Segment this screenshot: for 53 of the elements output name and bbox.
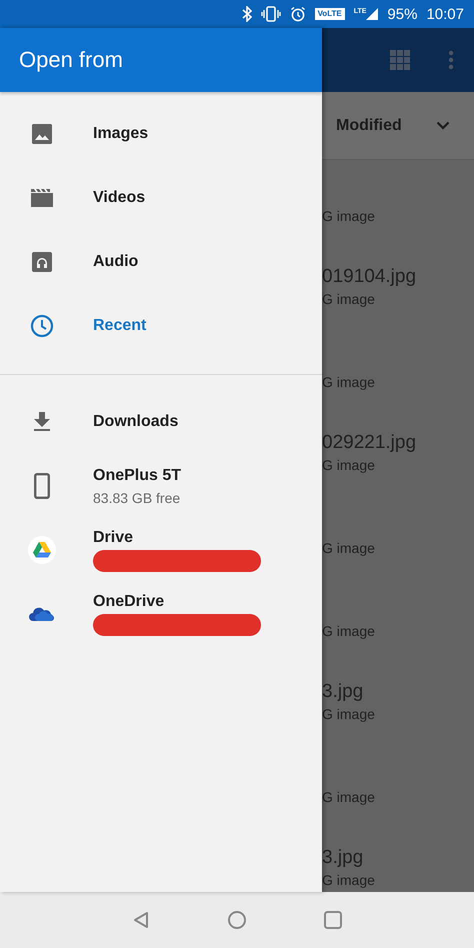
drawer-item[interactable]: Drive: [0, 518, 322, 582]
item-label: Audio: [93, 253, 138, 271]
more-icon: [448, 50, 454, 70]
bluetooth-icon: [242, 6, 252, 22]
drawer-item[interactable]: OnePlus 5T 83.83 GB free: [0, 454, 322, 518]
back-icon[interactable]: [131, 910, 151, 930]
file-type: G image: [322, 705, 376, 724]
clock: 10:07: [426, 6, 464, 22]
item-label: Recent: [93, 317, 146, 335]
file-type: G image: [322, 290, 376, 309]
alarm-icon: [290, 6, 306, 22]
download-icon: [32, 412, 50, 432]
file-type: G image: [322, 788, 376, 807]
file-name: 029221.jpg: [322, 432, 418, 454]
drawer-item[interactable]: Videos: [0, 166, 322, 230]
drawer-item[interactable]: Audio: [0, 230, 322, 294]
vibrate-icon: [260, 6, 281, 22]
file-type: G image: [322, 871, 376, 890]
clapperboard-icon: [30, 188, 54, 208]
file-name: 3.jpg: [322, 681, 364, 703]
drive-logo-icon: [28, 536, 56, 564]
chevron-down-icon: [436, 121, 450, 130]
file-name: 019104.jpg: [322, 266, 418, 288]
file-type: G image: [322, 539, 376, 558]
headphones-icon: [30, 251, 52, 273]
drawer-item[interactable]: Recent: [0, 294, 322, 358]
battery-level: 95%: [387, 6, 418, 22]
item-label: Downloads: [93, 413, 178, 431]
file-type: G image: [322, 622, 376, 641]
drawer-title: Open from: [19, 47, 123, 73]
item-label: Images: [93, 125, 148, 143]
clock-icon: [30, 314, 54, 338]
image-icon: [30, 123, 52, 145]
home-icon[interactable]: [227, 910, 247, 930]
grid-icon: [390, 50, 410, 70]
recents-icon[interactable]: [323, 910, 343, 930]
drawer-item[interactable]: Downloads: [0, 390, 322, 454]
phone-icon: [34, 473, 50, 499]
cloud-icon: [28, 606, 54, 622]
file-type: G image: [322, 207, 376, 226]
drawer-item[interactable]: OneDrive: [0, 582, 322, 646]
file-name: 3.jpg: [322, 847, 364, 869]
item-label: OnePlus 5T: [93, 466, 182, 484]
item-label: Drive: [93, 528, 134, 546]
file-type: G image: [322, 456, 376, 475]
item-subtitle: 83.83 GB free: [93, 490, 182, 506]
file-type: G image: [322, 373, 376, 392]
sort-label: Modified: [336, 116, 402, 134]
item-label: Videos: [93, 189, 146, 207]
drawer-item[interactable]: Images: [0, 102, 322, 166]
item-label: OneDrive: [93, 592, 166, 610]
signal-icon: [366, 8, 378, 20]
volte-badge: VoLTE: [314, 8, 345, 20]
